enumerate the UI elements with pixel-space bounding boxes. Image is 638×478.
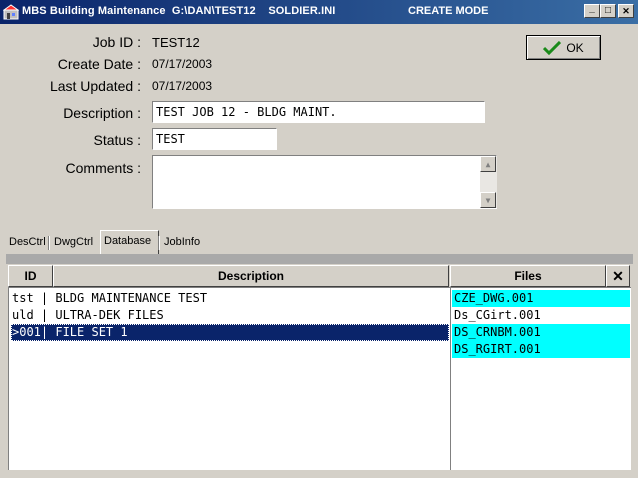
app-window: MBS Building Maintenance G:\DAN\TEST12 S… — [0, 0, 638, 478]
scroll-up-arrow-icon[interactable]: ▲ — [480, 156, 496, 172]
status-field[interactable]: TEST — [152, 128, 277, 150]
checkmark-icon — [543, 40, 562, 55]
column-header-id[interactable]: ID — [8, 265, 53, 287]
close-icon: ✕ — [622, 6, 630, 16]
minimize-icon: _ — [589, 3, 595, 14]
ok-button-label: OK — [566, 40, 584, 55]
close-button[interactable]: ✕ — [618, 4, 634, 18]
comments-field[interactable]: ▲ ▼ — [152, 155, 497, 209]
tab-database-active[interactable]: Database — [100, 230, 159, 254]
maximize-button[interactable]: □ — [600, 4, 616, 18]
files-header: Files — [450, 265, 606, 287]
tab-desctrl[interactable]: DesCtrl — [6, 234, 49, 252]
description-field[interactable]: TEST JOB 12 - BLDG MAINT. — [152, 101, 485, 123]
app-icon — [3, 4, 19, 20]
list-item-selected[interactable]: >001| FILE SET 1 — [11, 324, 449, 341]
last-updated-value: 07/17/2003 — [152, 79, 213, 93]
create-date-label: Create Date : — [57, 56, 141, 72]
tab-separator — [48, 236, 50, 250]
comments-scrollbar[interactable]: ▲ ▼ — [480, 156, 497, 208]
file-item[interactable]: DS_RGIRT.001 — [452, 341, 630, 358]
job-id-value: TEST12 — [152, 35, 200, 50]
tab-separator — [158, 236, 160, 250]
comments-label: Comments : — [65, 160, 141, 176]
title-bar[interactable]: MBS Building Maintenance G:\DAN\TEST12 S… — [0, 0, 638, 24]
job-id-label: Job ID : — [92, 34, 141, 50]
ok-button[interactable]: OK — [526, 35, 601, 60]
file-item[interactable]: DS_CRNBM.001 — [452, 324, 630, 341]
maximize-icon: □ — [604, 5, 612, 16]
files-list[interactable]: CZE_DWG.001 Ds_CGirt.001 DS_CRNBM.001 DS… — [450, 287, 631, 470]
list-item[interactable]: uld | ULTRA-DEK FILES — [11, 307, 449, 324]
minimize-button[interactable]: _ — [584, 4, 600, 18]
status-label: Status : — [93, 132, 141, 148]
files-close-button[interactable]: ✕ — [606, 265, 630, 287]
last-updated-label: Last Updated : — [49, 78, 141, 94]
file-item[interactable]: Ds_CGirt.001 — [452, 307, 630, 324]
list-item[interactable]: tst | BLDG MAINTENANCE TEST — [11, 290, 449, 307]
mode-indicator: CREATE MODE — [408, 5, 489, 17]
tab-panel-strip — [6, 254, 633, 264]
column-header-description[interactable]: Description — [53, 265, 449, 287]
tab-jobinfo[interactable]: JobInfo — [161, 234, 203, 252]
scroll-down-arrow-icon[interactable]: ▼ — [480, 192, 496, 208]
file-item[interactable]: CZE_DWG.001 — [452, 290, 630, 307]
tab-dwgctrl[interactable]: DwgCtrl — [51, 234, 96, 252]
description-label: Description : — [63, 105, 141, 121]
job-list[interactable]: tst | BLDG MAINTENANCE TEST uld | ULTRA-… — [8, 287, 450, 470]
window-title: MBS Building Maintenance G:\DAN\TEST12 S… — [22, 5, 336, 17]
close-icon: ✕ — [612, 267, 624, 284]
create-date-value: 07/17/2003 — [152, 57, 213, 71]
